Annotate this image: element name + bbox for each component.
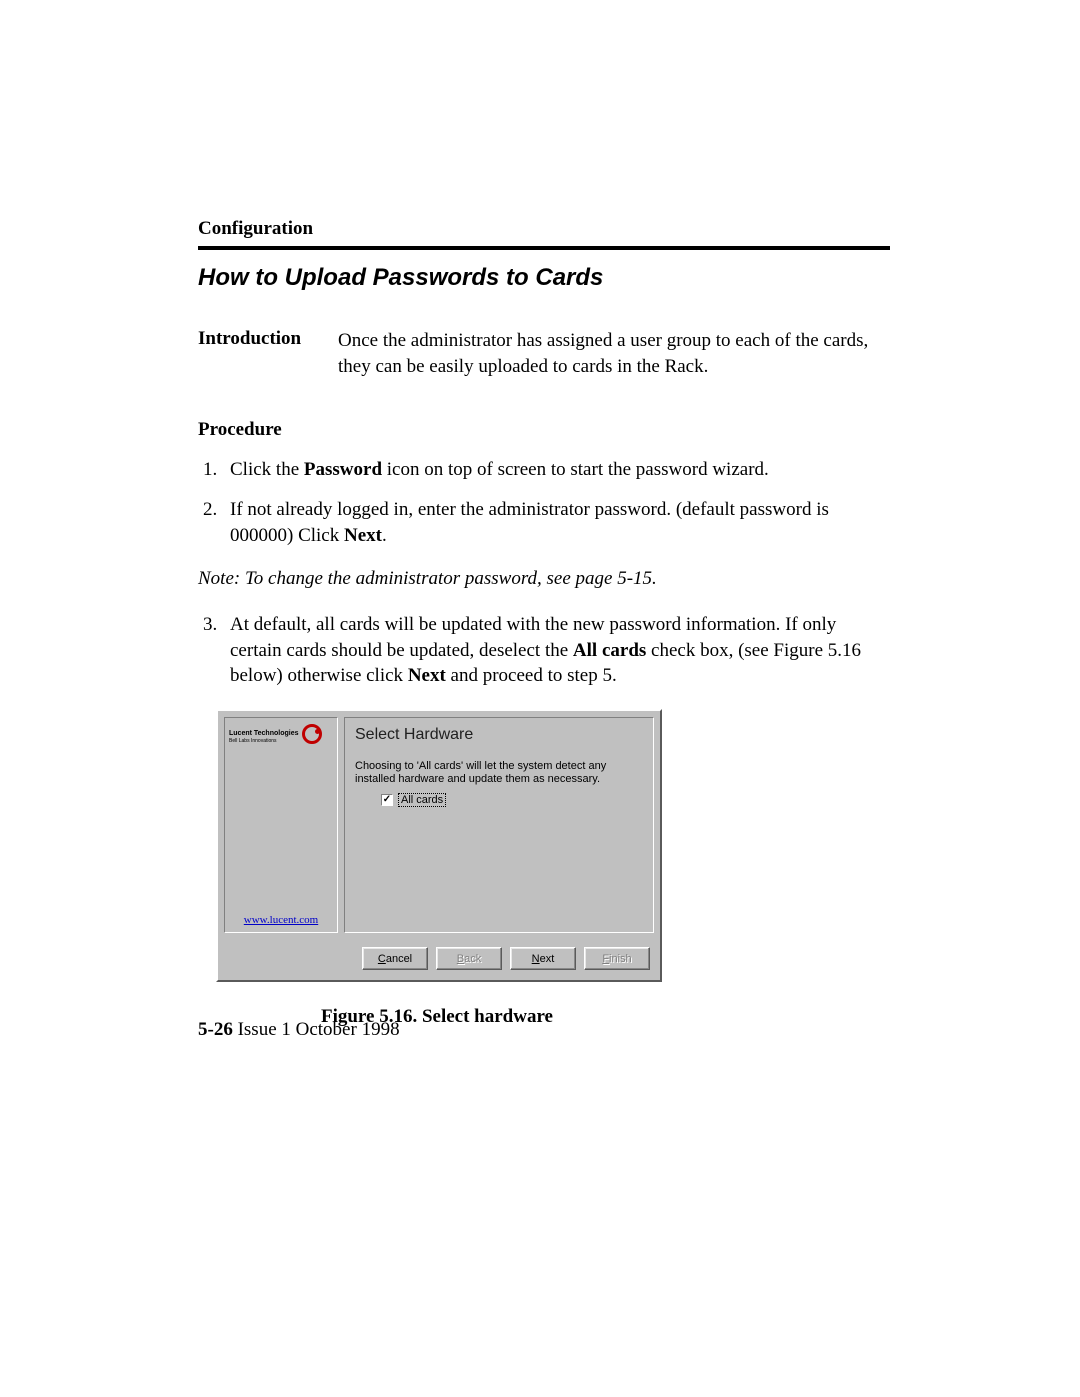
figure-wrapper: Lucent Technologies Bell Labs Innovation… xyxy=(216,709,890,1028)
text: icon on top of screen to start the passw… xyxy=(382,459,769,480)
finish-button: Finish xyxy=(584,947,650,970)
brand-text: Lucent Technologies xyxy=(229,730,299,737)
brand-subtext: Bell Labs Innovations xyxy=(229,738,299,744)
wizard-description: Choosing to 'All cards' will let the sys… xyxy=(355,760,643,786)
btn-text: inish xyxy=(609,953,632,965)
chapter-header: Configuration xyxy=(198,218,890,240)
cancel-button[interactable]: Cancel xyxy=(362,947,428,970)
btn-text: ancel xyxy=(386,953,412,965)
btn-text: ack xyxy=(464,953,481,965)
all-cards-checkbox[interactable]: ✓ xyxy=(381,794,393,806)
bold-password: Password xyxy=(304,459,382,480)
mnemonic: C xyxy=(378,953,386,965)
procedure-list-cont: At default, all cards will be updated wi… xyxy=(198,612,890,689)
all-cards-label[interactable]: All cards xyxy=(398,793,446,807)
issue-text: Issue 1 October 1998 xyxy=(233,1019,400,1040)
brand-ring-icon xyxy=(302,724,322,744)
wizard-title: Select Hardware xyxy=(355,726,643,744)
header-rule xyxy=(198,246,890,250)
all-cards-row: ✓ All cards xyxy=(381,793,643,807)
note-text: Note: To change the administrator passwo… xyxy=(198,568,890,590)
introduction-block: Introduction Once the administrator has … xyxy=(198,328,890,379)
sidebar-link[interactable]: www.lucent.com xyxy=(225,914,337,926)
text: If not already logged in, enter the admi… xyxy=(230,499,829,546)
mnemonic: N xyxy=(532,953,540,965)
wizard-button-row: Cancel Back Next Finish xyxy=(218,939,660,980)
section-title: How to Upload Passwords to Cards xyxy=(198,264,890,292)
bold-all-cards: All cards xyxy=(573,640,646,661)
text: Click the xyxy=(230,459,304,480)
procedure-heading: Procedure xyxy=(198,419,890,441)
procedure-step-1: Click the Password icon on top of screen… xyxy=(222,457,890,483)
procedure-list: Click the Password icon on top of screen… xyxy=(198,457,890,548)
mnemonic: B xyxy=(457,953,464,965)
page-number: 5-26 xyxy=(198,1019,233,1040)
procedure-step-2: If not already logged in, enter the admi… xyxy=(222,497,890,548)
wizard-main-panel: Select Hardware Choosing to 'All cards' … xyxy=(344,717,654,933)
text: and proceed to step 5. xyxy=(446,665,617,686)
next-button[interactable]: Next xyxy=(510,947,576,970)
procedure-step-3: At default, all cards will be updated wi… xyxy=(222,612,890,689)
introduction-text: Once the administrator has assigned a us… xyxy=(338,328,890,379)
introduction-label: Introduction xyxy=(198,328,318,379)
back-button: Back xyxy=(436,947,502,970)
wizard-dialog: Lucent Technologies Bell Labs Innovation… xyxy=(216,709,662,982)
brand-logo: Lucent Technologies Bell Labs Innovation… xyxy=(229,724,333,744)
bold-next-2: Next xyxy=(408,665,446,686)
bold-next: Next xyxy=(344,525,382,546)
page-footer: 5-26 Issue 1 October 1998 xyxy=(198,1019,400,1041)
text: . xyxy=(382,525,387,546)
wizard-sidebar: Lucent Technologies Bell Labs Innovation… xyxy=(224,717,338,933)
btn-text: ext xyxy=(540,953,555,965)
